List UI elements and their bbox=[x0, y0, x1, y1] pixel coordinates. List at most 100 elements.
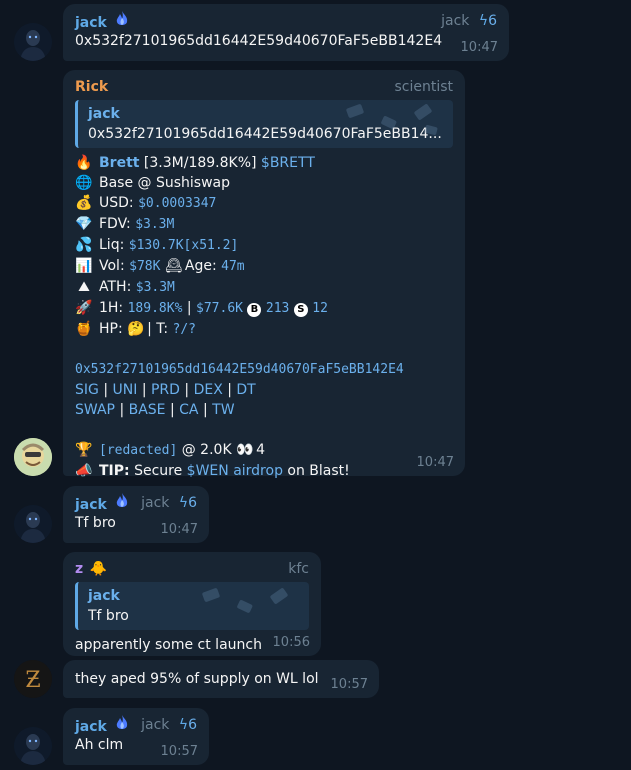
separator: | bbox=[186, 300, 192, 316]
svg-text:Ƶ: Ƶ bbox=[25, 668, 40, 693]
gem-icon: 💎 bbox=[75, 216, 93, 232]
member-tag-label: jack bbox=[141, 717, 170, 733]
message-bubble[interactable]: jack jack ϟ6 Tf bro 10:47 bbox=[63, 486, 209, 543]
caller-mc: @ 2.0K bbox=[181, 442, 232, 458]
link-base[interactable]: BASE bbox=[129, 402, 166, 418]
separator: | bbox=[169, 402, 175, 418]
duck-icon: 🐥 bbox=[89, 561, 108, 577]
member-tag-label: jack bbox=[441, 13, 470, 29]
h1-sells: 12 bbox=[312, 301, 328, 316]
age-label: Age: bbox=[184, 258, 217, 274]
member-tag: jack ϟ6 bbox=[141, 715, 197, 735]
sender-name[interactable]: Rick bbox=[75, 79, 108, 95]
caller-name[interactable]: [redacted] bbox=[99, 443, 177, 458]
link-prd[interactable]: PRD bbox=[151, 382, 180, 398]
message-time: 10:47 bbox=[460, 40, 498, 55]
token-stats: [3.3M/189.8K%] bbox=[143, 155, 257, 171]
separator: | bbox=[103, 382, 109, 398]
vol-value: $78K bbox=[129, 259, 161, 274]
globe-icon: 🌐 bbox=[75, 175, 93, 191]
sender-name[interactable]: jack bbox=[75, 497, 107, 513]
separator: | bbox=[184, 382, 190, 398]
contract-address[interactable]: 0x532f27101965dd16442E59d40670FaF5eBB142… bbox=[75, 360, 453, 380]
honey-pot-icon: 🍯 bbox=[75, 321, 93, 337]
member-tag: jack ϟ6 bbox=[141, 493, 197, 513]
link-ca[interactable]: CA bbox=[179, 402, 198, 418]
sender-name[interactable]: jack bbox=[75, 719, 107, 735]
thinking-face-icon: 🤔 bbox=[127, 321, 145, 337]
reply-quote[interactable]: jack 0x532f27101965dd16442E59d40670FaF5e… bbox=[75, 100, 453, 148]
member-tag: scientist bbox=[394, 79, 453, 95]
link-dt[interactable]: DT bbox=[236, 382, 255, 398]
fdv-label: FDV: bbox=[99, 216, 131, 232]
message-bubble[interactable]: jack jack ϟ6 Ah clm 10:57 bbox=[63, 708, 209, 765]
member-tag-count: 6 bbox=[188, 495, 197, 511]
message-bubble[interactable]: they aped 95% of supply on WL lol 10:57 bbox=[63, 660, 379, 698]
separator: | bbox=[119, 402, 125, 418]
message-time: 10:57 bbox=[330, 677, 368, 692]
sender-name[interactable]: z bbox=[75, 561, 83, 577]
tip-text: Secure bbox=[134, 463, 183, 479]
bar-chart-icon: 📊 bbox=[75, 258, 93, 274]
s-circle-icon: S bbox=[293, 303, 308, 317]
tip-link[interactable]: $WEN airdrop bbox=[187, 463, 283, 479]
tip-text-end: on Blast! bbox=[287, 463, 350, 479]
link-dex[interactable]: DEX bbox=[194, 382, 223, 398]
links-row-1: SIG | UNI | PRD | DEX | DT bbox=[75, 380, 453, 400]
age-value: 47m bbox=[221, 259, 245, 274]
pulse-icon: ϟ bbox=[478, 13, 489, 29]
blue-flame-icon bbox=[115, 715, 129, 735]
link-uni[interactable]: UNI bbox=[113, 382, 138, 398]
rocket-icon: 🚀 bbox=[75, 300, 93, 316]
token-ticker[interactable]: $BRETT bbox=[261, 155, 315, 171]
separator: | bbox=[202, 402, 208, 418]
chain-info: Base @ Sushiswap bbox=[99, 175, 231, 191]
tip-label: TIP: bbox=[99, 463, 130, 479]
fdv-value: $3.3M bbox=[135, 217, 175, 232]
link-sig[interactable]: SIG bbox=[75, 382, 99, 398]
z-avatar[interactable]: Ƶ bbox=[14, 660, 52, 698]
message-time: 10:57 bbox=[160, 744, 198, 759]
link-tw[interactable]: TW bbox=[212, 402, 234, 418]
droplets-icon: 💦 bbox=[75, 237, 93, 253]
member-tag: kfc bbox=[288, 561, 309, 577]
ath-label: ATH: bbox=[99, 279, 132, 295]
message-time: 10:56 bbox=[272, 635, 310, 650]
clock-icon: 🕰 bbox=[165, 258, 183, 274]
message-bubble[interactable]: Rick scientist jack 0x532f27101965dd1644… bbox=[63, 70, 465, 479]
message-bubble[interactable]: z 🐥 kfc jack Tf bro apparently some ct l… bbox=[63, 552, 321, 656]
trophy-icon: 🏆 bbox=[75, 442, 93, 458]
blue-flame-icon bbox=[115, 11, 129, 31]
member-tag-count: 6 bbox=[488, 13, 497, 29]
message-text: they aped 95% of supply on WL lol bbox=[75, 671, 319, 687]
rick-avatar[interactable] bbox=[14, 438, 52, 476]
sender-name[interactable]: jack bbox=[75, 15, 107, 31]
separator: | bbox=[141, 382, 147, 398]
ath-value: $3.3M bbox=[135, 280, 175, 295]
usd-value: $0.0003347 bbox=[138, 196, 217, 211]
reply-quote[interactable]: jack Tf bro bbox=[75, 582, 309, 630]
member-tag-label: jack bbox=[141, 495, 170, 511]
jack-avatar[interactable] bbox=[14, 23, 52, 61]
liq-multiplier: [x51.2] bbox=[183, 238, 239, 253]
vol-label: Vol: bbox=[99, 258, 125, 274]
megaphone-icon: 📣 bbox=[75, 463, 93, 479]
message-time: 10:47 bbox=[160, 522, 198, 537]
h1-buys: 213 bbox=[265, 301, 290, 316]
usd-label: USD: bbox=[99, 195, 134, 211]
b-circle-icon: B bbox=[247, 303, 262, 317]
member-tag: jack ϟ6 bbox=[441, 11, 497, 31]
token-name-link[interactable]: Brett bbox=[99, 155, 139, 171]
jack-avatar[interactable] bbox=[14, 505, 52, 543]
jack-avatar[interactable] bbox=[14, 727, 52, 765]
liq-label: Liq: bbox=[99, 237, 125, 253]
mountain-icon: ⛰ bbox=[78, 279, 90, 295]
link-swap[interactable]: SWAP bbox=[75, 402, 115, 418]
message-bubble[interactable]: jack jack ϟ6 0x532f27101965dd16442E59d40… bbox=[63, 4, 509, 61]
message-time: 10:47 bbox=[416, 455, 454, 470]
pulse-icon: ϟ bbox=[178, 717, 189, 733]
liq-value: $130.7K bbox=[128, 238, 184, 253]
h1-label: 1H: bbox=[99, 300, 124, 316]
h1-pct: 189.8K% bbox=[127, 301, 183, 316]
links-row-2: SWAP | BASE | CA | TW bbox=[75, 400, 453, 420]
